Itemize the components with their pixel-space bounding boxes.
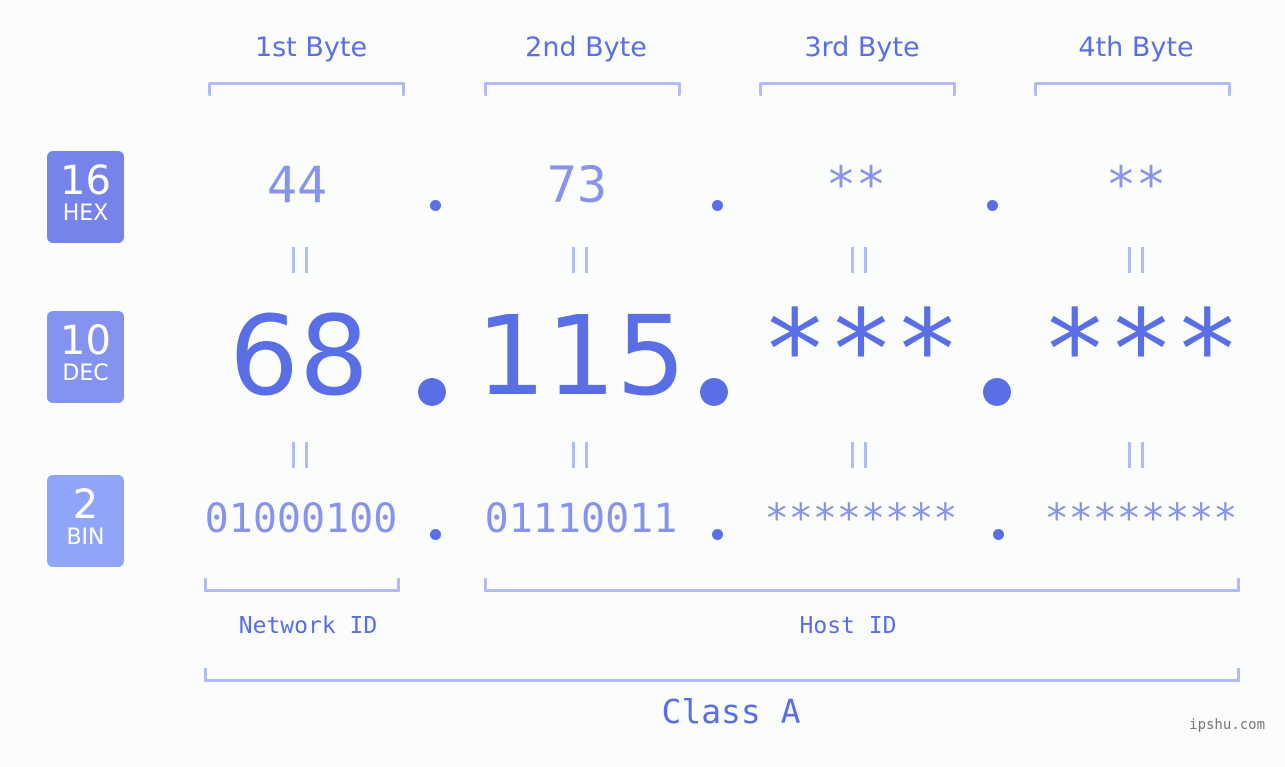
class-bracket: [204, 668, 1240, 682]
watermark: ipshu.com: [1189, 717, 1265, 733]
network-id-bracket: [204, 578, 400, 592]
dec-separator-dot-3: [983, 378, 1011, 406]
equals-icon: [851, 247, 867, 273]
byte-bracket-1: [208, 82, 405, 96]
equals-icon: [292, 442, 308, 468]
hex-base-label: HEX: [62, 201, 109, 226]
host-id-label: Host ID: [799, 613, 897, 639]
hex-base-number: 16: [60, 158, 111, 204]
equals-icon: [1128, 442, 1144, 468]
bin-base-label: BIN: [66, 525, 105, 550]
hex-octet-4: **: [1105, 156, 1167, 214]
equals-icon: [851, 442, 867, 468]
dec-base-number: 10: [60, 318, 111, 364]
host-id-bracket: [484, 578, 1240, 592]
dec-octet-3: ***: [761, 286, 961, 414]
dec-octet-2: 115: [476, 292, 686, 420]
equals-icon: [1128, 247, 1144, 273]
equals-icon: [572, 247, 588, 273]
bin-base-number: 2: [72, 482, 99, 528]
equals-icon: [572, 442, 588, 468]
bin-separator-dot-2: [712, 529, 723, 540]
byte-bracket-2: [484, 82, 681, 96]
hex-octet-3: **: [825, 156, 887, 214]
bin-octet-2: 01110011: [484, 496, 678, 542]
dec-separator-dot-1: [418, 378, 446, 406]
hex-octet-1: 44: [266, 156, 328, 214]
hex-badge: 16 HEX: [47, 151, 124, 243]
bin-separator-dot-3: [993, 529, 1004, 540]
network-id-label: Network ID: [238, 613, 378, 639]
bin-octet-3: ********: [764, 496, 958, 542]
hex-separator-dot-3: [987, 200, 998, 211]
dec-badge: 10 DEC: [47, 311, 124, 403]
hex-octet-2: 73: [546, 156, 608, 214]
dec-base-label: DEC: [62, 361, 109, 386]
byte-header-2: 2nd Byte: [525, 32, 647, 63]
dec-octet-4: ***: [1041, 286, 1241, 414]
byte-bracket-4: [1034, 82, 1231, 96]
equals-icon: [292, 247, 308, 273]
class-label: Class A: [661, 692, 801, 731]
byte-bracket-3: [759, 82, 956, 96]
dec-octet-1: 68: [229, 292, 369, 420]
bin-octet-1: 01000100: [204, 496, 398, 542]
byte-header-3: 3rd Byte: [804, 32, 920, 63]
hex-separator-dot-2: [712, 200, 723, 211]
bin-octet-4: ********: [1044, 496, 1238, 542]
bin-badge: 2 BIN: [47, 475, 124, 567]
byte-header-1: 1st Byte: [254, 32, 368, 63]
dec-separator-dot-2: [700, 378, 728, 406]
byte-header-4: 4th Byte: [1078, 32, 1194, 63]
hex-separator-dot-1: [430, 200, 441, 211]
bin-separator-dot-1: [430, 529, 441, 540]
